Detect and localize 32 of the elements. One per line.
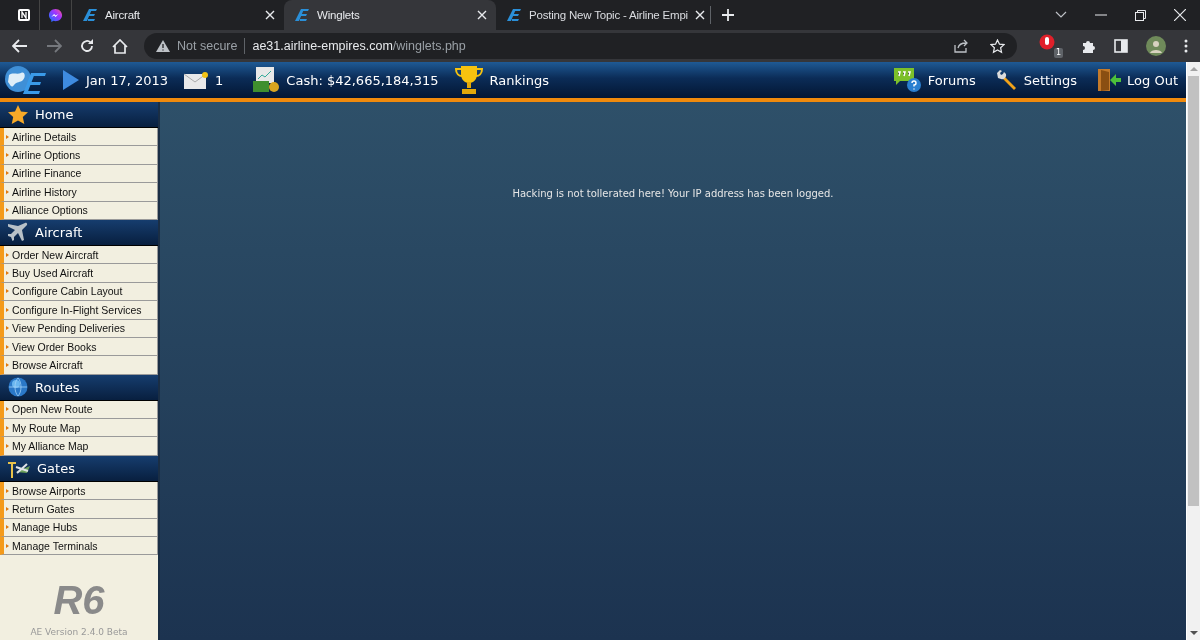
menu-item[interactable]: Configure In-Flight Services (0, 301, 158, 320)
url-text: ae31.airline-empires.com/winglets.php (252, 39, 466, 53)
forums-link[interactable]: Forums (893, 68, 976, 92)
menu-item[interactable]: My Route Map (0, 419, 158, 438)
release-label: R6 (53, 578, 105, 623)
logout-link[interactable]: Log Out (1097, 68, 1178, 92)
menu-item[interactable]: Manage Terminals (0, 537, 158, 556)
browser-tab[interactable]: Posting New Topic - Airline Empi (496, 0, 708, 30)
menu-item[interactable]: Airline Options (0, 146, 158, 165)
menu-item[interactable]: My Alliance Map (0, 437, 158, 456)
menu-item[interactable]: Airline History (0, 183, 158, 202)
extension-badge: 1 (1053, 48, 1063, 58)
address-bar[interactable]: Not secure ae31.airline-empires.com/winglets.php (144, 33, 1017, 59)
menu-item[interactable]: Return Gates (0, 500, 158, 519)
game-date: Jan 17, 2013 (86, 72, 169, 88)
browser-tab[interactable]: Aircraft (72, 0, 284, 30)
security-label: Not secure (177, 39, 238, 53)
cash-balance: Cash: $42,665,184,315 (286, 72, 439, 88)
menu-item[interactable]: Buy Used Aircraft (0, 264, 158, 283)
message-count: 1 (215, 72, 224, 88)
menu-item[interactable]: Airline Details (0, 128, 158, 147)
menu-item[interactable]: Browse Aircraft (0, 356, 158, 375)
rankings-link[interactable]: Rankings (454, 65, 549, 95)
version-text: AE Version 2.4.0 Beta (30, 627, 128, 637)
extension-button[interactable]: 1 (1039, 34, 1063, 58)
section-header: Routes (0, 374, 158, 401)
settings-link[interactable]: Settings (995, 69, 1078, 91)
section-header: Gates (0, 455, 158, 482)
warning-message: Hacking is not tollerated here! Your IP address has been logged. (511, 188, 835, 199)
section-header: Aircraft (0, 219, 158, 246)
browser-tab[interactable]: Winglets (284, 0, 496, 30)
section-header: Home (0, 102, 158, 128)
